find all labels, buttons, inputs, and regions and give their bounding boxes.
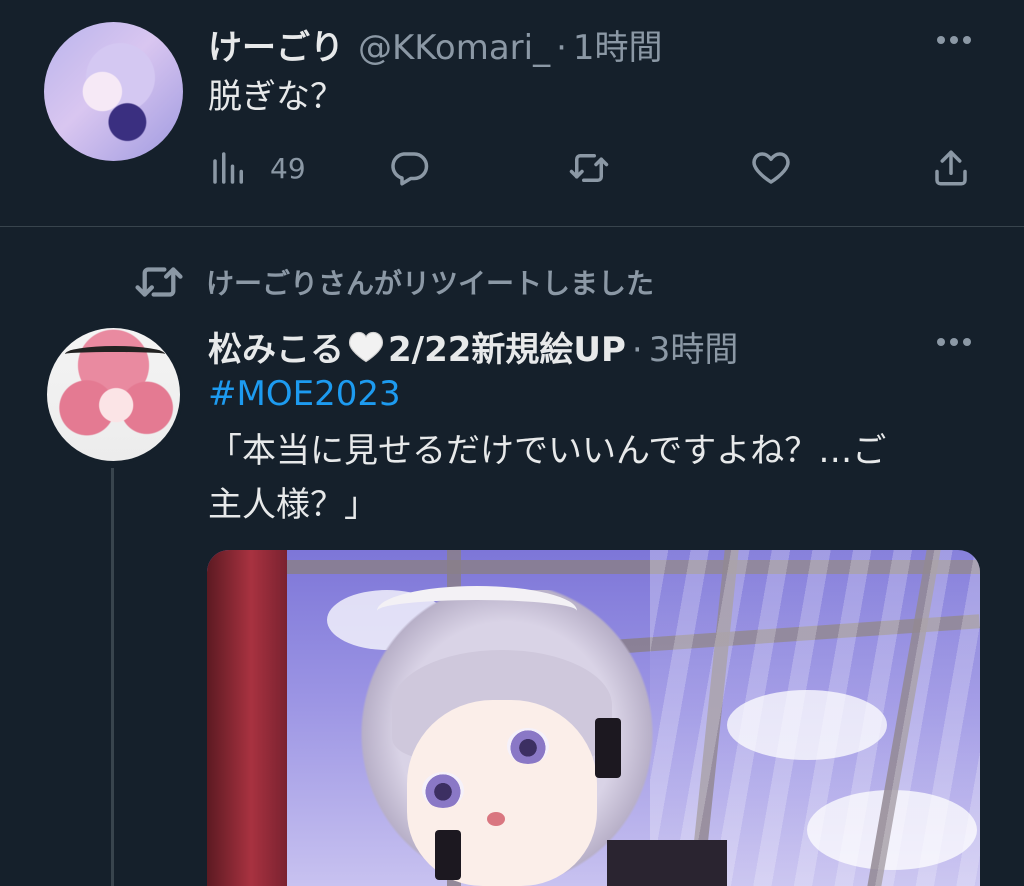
display-name[interactable]: けーごり — [208, 20, 344, 69]
share-button[interactable] — [930, 140, 972, 196]
views-count: 49 — [270, 151, 306, 185]
separator: · — [631, 330, 643, 370]
retweet-button[interactable] — [568, 140, 610, 196]
retweet-icon — [135, 267, 183, 297]
tweet-time[interactable]: 3時間 — [649, 322, 739, 371]
tweet-header: 松みこる 2/22新規絵UP · 3時間 — [208, 322, 738, 371]
display-name-text: 松みこる — [208, 330, 344, 370]
tweet-text: 脱ぎな？ — [208, 77, 344, 117]
tweet-divider — [0, 226, 1024, 227]
retweet-icon — [569, 154, 609, 182]
tweet-time[interactable]: 1時間 — [573, 20, 663, 69]
avatar[interactable] — [44, 325, 183, 464]
hashtag-link[interactable]: #MOE2023 — [208, 374, 401, 414]
tweet-actions: 49 — [208, 140, 988, 196]
more-options-icon[interactable] — [937, 336, 977, 348]
tweet-text-line: 主人様？」 — [208, 485, 378, 525]
reply-button[interactable] — [388, 140, 430, 196]
like-button[interactable] — [750, 140, 792, 196]
share-icon — [935, 150, 967, 186]
tweet-media-image[interactable] — [207, 550, 980, 886]
retweet-notice-text: けーごりさんがリツイートしました — [206, 267, 655, 300]
retweet-notice[interactable]: けーごりさんがリツイートしました — [134, 260, 654, 304]
bar-chart-icon — [213, 152, 243, 184]
tweet-card[interactable]: けーごり @KKomari_ · 1時間 脱ぎな？ 49 — [0, 0, 1024, 226]
views-button[interactable]: 49 — [208, 140, 306, 196]
display-name-text: 2/22新規絵UP — [388, 330, 626, 370]
reply-icon — [391, 152, 429, 186]
white-heart-emoji — [348, 331, 384, 363]
heart-icon — [752, 152, 790, 184]
separator: · — [556, 28, 567, 68]
thread-line — [111, 468, 114, 886]
tweet-text-line: 「本当に見せるだけでいいんですよね？…ご — [208, 431, 887, 471]
user-handle[interactable]: @KKomari_ — [358, 28, 550, 68]
avatar[interactable] — [44, 22, 183, 161]
tweet-header: けーごり @KKomari_ · 1時間 — [208, 20, 663, 69]
more-options-icon[interactable] — [937, 34, 977, 46]
tweet-text: 「本当に見せるだけでいいんですよね？…ご 主人様？」 — [208, 428, 886, 528]
display-name[interactable]: 松みこる 2/22新規絵UP — [208, 322, 626, 371]
